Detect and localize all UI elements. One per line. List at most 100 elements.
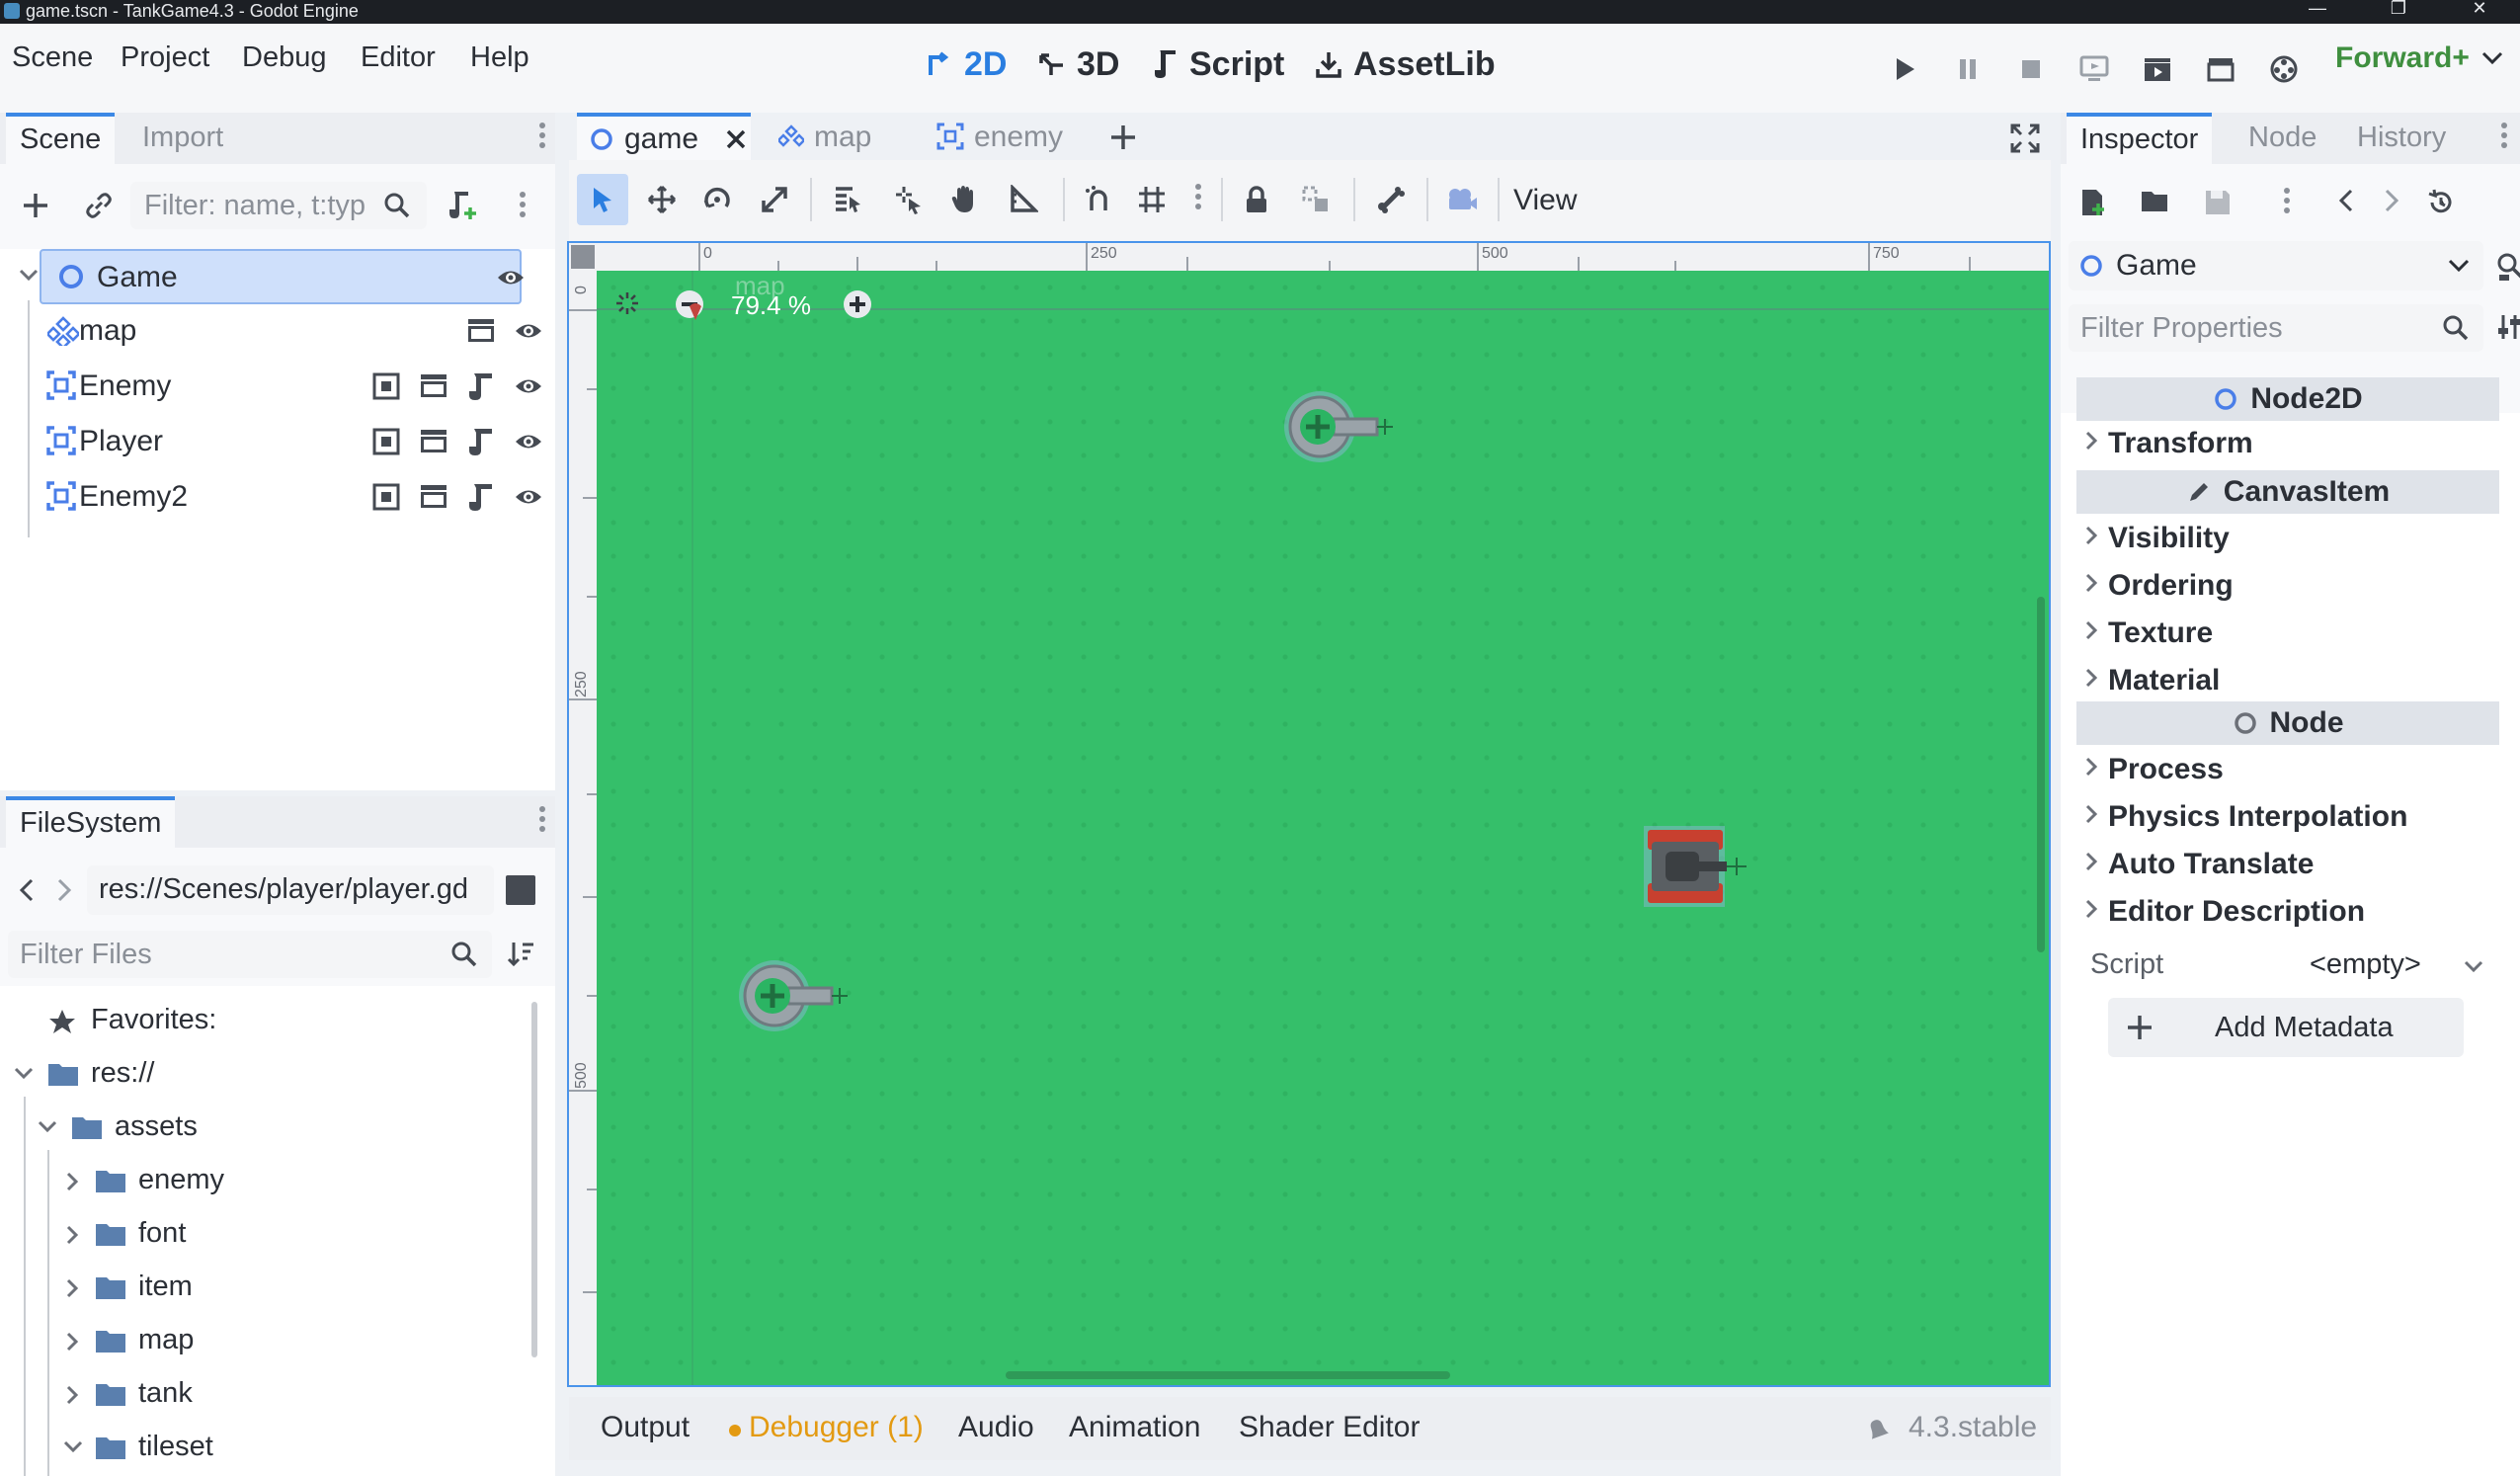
notification-bell-icon[interactable] bbox=[1863, 1415, 1893, 1444]
horizontal-scrollbar[interactable] bbox=[1006, 1371, 1450, 1379]
menu-editor[interactable]: Editor bbox=[361, 41, 436, 74]
workspace-script-button[interactable]: Script bbox=[1152, 41, 1284, 87]
attach-script-button[interactable] bbox=[441, 184, 484, 227]
object-selector[interactable]: Game bbox=[2069, 241, 2483, 290]
section-ordering[interactable]: Ordering bbox=[2082, 565, 2497, 609]
bottom-tab-audio[interactable]: Audio bbox=[958, 1411, 1034, 1444]
close-window-button[interactable]: ✕ bbox=[2460, 0, 2499, 24]
scene-tree-menu-icon[interactable] bbox=[518, 188, 528, 227]
fs-item-item[interactable]: item bbox=[8, 1261, 531, 1312]
group-button[interactable] bbox=[1290, 174, 1341, 225]
tree-item-enemy2[interactable]: Enemy2 bbox=[18, 470, 551, 522]
filesystem-scrollbar[interactable] bbox=[531, 1002, 537, 1357]
view-menu[interactable]: View bbox=[1513, 184, 1577, 217]
run-project-button[interactable] bbox=[1883, 47, 1926, 91]
menu-help[interactable]: Help bbox=[470, 41, 529, 74]
zoom-level[interactable]: 79.4 % bbox=[731, 290, 811, 321]
enemy-tank-sprite[interactable] bbox=[1282, 377, 1401, 476]
script-property-value[interactable]: <empty> bbox=[2288, 943, 2495, 990]
tab-import[interactable]: Import bbox=[128, 113, 237, 164]
forward-arrow-icon[interactable] bbox=[55, 877, 73, 903]
add-node-button[interactable] bbox=[14, 184, 57, 227]
history-icon[interactable] bbox=[2426, 188, 2456, 217]
center-view-icon[interactable] bbox=[614, 290, 640, 316]
movie-maker-button[interactable] bbox=[2262, 47, 2306, 91]
ruler-vertical[interactable]: 0 250 500 bbox=[569, 271, 598, 1385]
fs-item-favorites[interactable]: Favorites: bbox=[8, 994, 531, 1045]
tree-item-enemy[interactable]: Enemy bbox=[18, 360, 551, 411]
history-back-icon[interactable] bbox=[2337, 188, 2355, 213]
fs-item-tileset[interactable]: tileset bbox=[8, 1421, 531, 1472]
tree-item-map[interactable]: map bbox=[18, 304, 551, 356]
section-process[interactable]: Process bbox=[2082, 749, 2497, 792]
bottom-tab-animation[interactable]: Animation bbox=[1069, 1411, 1200, 1444]
visibility-eye-icon[interactable] bbox=[496, 263, 526, 292]
tab-inspector[interactable]: Inspector bbox=[2067, 113, 2213, 168]
fs-item-tank[interactable]: tank bbox=[8, 1367, 531, 1419]
ruler-mode-button[interactable] bbox=[998, 174, 1049, 225]
open-in-editor-icon[interactable] bbox=[371, 427, 401, 456]
close-icon[interactable] bbox=[725, 128, 747, 150]
select-mode-button[interactable] bbox=[577, 174, 628, 225]
remote-debug-button[interactable] bbox=[2073, 47, 2116, 91]
tree-item-game[interactable]: Game bbox=[40, 249, 522, 304]
smart-snap-button[interactable] bbox=[1073, 174, 1124, 225]
resource-menu-icon[interactable] bbox=[2282, 184, 2292, 223]
menu-project[interactable]: Project bbox=[121, 41, 209, 74]
tab-scene[interactable]: Scene bbox=[6, 113, 116, 168]
fs-item-assets[interactable]: assets bbox=[8, 1101, 531, 1152]
script-icon[interactable] bbox=[466, 482, 496, 512]
inspector-filter-input[interactable]: Filter Properties bbox=[2069, 304, 2483, 352]
tab-game[interactable]: game bbox=[577, 113, 751, 160]
clapperboard-icon[interactable] bbox=[419, 482, 448, 512]
rotate-mode-button[interactable] bbox=[691, 174, 743, 225]
list-select-button[interactable] bbox=[822, 174, 873, 225]
minimize-button[interactable]: — bbox=[2298, 0, 2337, 24]
player-tank-sprite[interactable] bbox=[1636, 812, 1754, 921]
visibility-eye-icon[interactable] bbox=[514, 427, 543, 456]
move-mode-button[interactable] bbox=[636, 174, 688, 225]
enemy2-tank-sprite[interactable] bbox=[737, 946, 855, 1045]
menu-debug[interactable]: Debug bbox=[242, 41, 326, 74]
open-in-editor-icon[interactable] bbox=[371, 482, 401, 512]
fs-item-res[interactable]: res:// bbox=[8, 1047, 531, 1099]
ruler-horizontal[interactable]: 0 250 500 750 bbox=[569, 243, 2051, 272]
script-icon[interactable] bbox=[466, 371, 496, 401]
fs-item-font[interactable]: font bbox=[8, 1207, 531, 1259]
instance-scene-button[interactable] bbox=[77, 184, 121, 227]
pivot-mode-button[interactable] bbox=[883, 174, 935, 225]
skeleton-button[interactable] bbox=[1365, 174, 1417, 225]
run-specific-scene-button[interactable] bbox=[2199, 47, 2242, 91]
maximize-button[interactable]: ❐ bbox=[2379, 0, 2418, 24]
tree-item-player[interactable]: Player bbox=[18, 415, 551, 466]
workspace-3d-button[interactable]: 3D bbox=[1037, 41, 1119, 87]
pan-mode-button[interactable] bbox=[938, 174, 990, 225]
snap-options-icon[interactable] bbox=[1193, 180, 1203, 219]
distraction-free-icon[interactable] bbox=[2009, 123, 2041, 154]
open-in-editor-icon[interactable] bbox=[371, 371, 401, 401]
workspace-2d-button[interactable]: 2D bbox=[925, 41, 1007, 87]
bottom-tab-shader-editor[interactable]: Shader Editor bbox=[1239, 1411, 1420, 1444]
scale-mode-button[interactable] bbox=[749, 174, 800, 225]
bottom-tab-debugger[interactable]: Debugger (1) bbox=[749, 1411, 924, 1444]
history-forward-icon[interactable] bbox=[2383, 188, 2400, 213]
tab-filesystem[interactable]: FileSystem bbox=[6, 796, 176, 852]
section-physics-interpolation[interactable]: Physics Interpolation bbox=[2082, 796, 2497, 840]
add-metadata-button[interactable]: Add Metadata bbox=[2108, 998, 2464, 1057]
scene-filter-input[interactable]: Filter: name, t:typ bbox=[130, 182, 427, 229]
clapperboard-icon[interactable] bbox=[419, 427, 448, 456]
new-resource-icon[interactable] bbox=[2078, 188, 2108, 217]
visibility-eye-icon[interactable] bbox=[514, 316, 543, 346]
section-material[interactable]: Material bbox=[2082, 660, 2497, 703]
new-tab-plus-icon[interactable] bbox=[1108, 123, 1138, 152]
renderer-select[interactable]: Forward+ bbox=[2335, 41, 2503, 75]
section-texture[interactable]: Texture bbox=[2082, 613, 2497, 656]
visibility-eye-icon[interactable] bbox=[514, 482, 543, 512]
section-editor-description[interactable]: Editor Description bbox=[2082, 891, 2497, 935]
clapperboard-icon[interactable] bbox=[466, 316, 496, 346]
section-visibility[interactable]: Visibility bbox=[2082, 518, 2497, 561]
fs-item-map[interactable]: map bbox=[8, 1314, 531, 1365]
lock-button[interactable] bbox=[1231, 174, 1282, 225]
grid-snap-button[interactable] bbox=[1126, 174, 1178, 225]
script-icon[interactable] bbox=[466, 427, 496, 456]
